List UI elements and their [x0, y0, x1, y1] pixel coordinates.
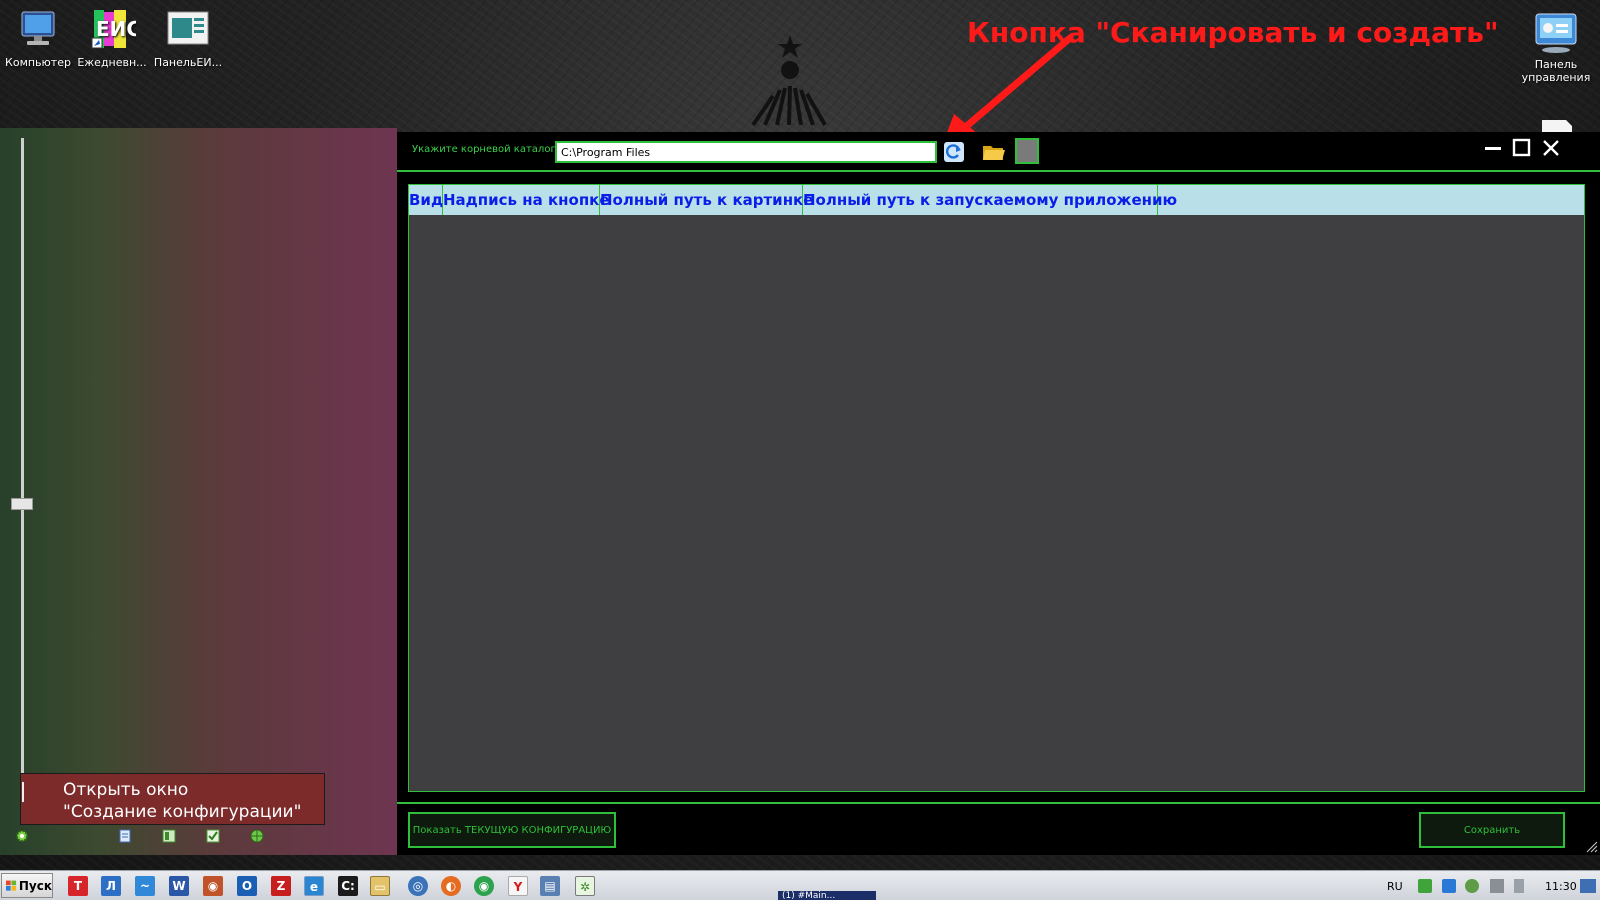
desktop-icon-daily[interactable]: EИC Ежедневн...: [74, 8, 150, 69]
tray-security-icon[interactable]: [1465, 879, 1479, 893]
desktop-icon-control-panel[interactable]: Панель управления: [1518, 10, 1594, 84]
refresh-icon: [944, 142, 964, 162]
computer-icon: [14, 8, 62, 52]
tray-network-icon[interactable]: [1490, 879, 1504, 893]
svg-text:EИC: EИC: [96, 17, 136, 41]
close-button[interactable]: [1540, 137, 1562, 159]
window-header: Укажите корневой каталог: [397, 132, 1600, 172]
tray-volume-icon[interactable]: [1514, 879, 1524, 893]
paper-icon: [1542, 120, 1572, 132]
root-directory-label: Укажите корневой каталог: [412, 144, 556, 155]
window-footer: Показать ТЕКУЩУЮ КОНФИГУРАЦИЮ Сохранить: [397, 802, 1600, 855]
taskbar-app-globe-icon[interactable]: ◎: [408, 876, 428, 896]
save-button[interactable]: Сохранить: [1419, 812, 1565, 848]
scan-and-create-button[interactable]: [944, 142, 964, 162]
root-path-input[interactable]: [555, 141, 937, 163]
control-panel-icon: [1532, 10, 1580, 54]
launcher-mini-icons: [0, 828, 397, 848]
taskbar-launcher-icon[interactable]: ✲: [575, 876, 595, 896]
maximize-button[interactable]: [1511, 137, 1533, 159]
taskbar-task-main[interactable]: (1) #Main...: [778, 891, 876, 900]
show-current-config-button[interactable]: Показать ТЕКУЩУЮ КОНФИГУРАЦИЮ: [408, 812, 616, 848]
taskbar-app-window-icon[interactable]: ▤: [540, 876, 560, 896]
tooltip-marker: [22, 782, 24, 802]
windows-logo-icon: [6, 880, 17, 891]
add-config-icon[interactable]: [162, 828, 176, 843]
show-desktop-icon[interactable]: [1580, 879, 1596, 893]
taskbar-app-t-icon[interactable]: T: [68, 876, 88, 896]
tray-app-icon[interactable]: [1418, 879, 1432, 893]
launcher-slider-track[interactable]: [21, 138, 24, 778]
taskbar-word-icon[interactable]: W: [169, 876, 189, 896]
globe-icon[interactable]: [250, 828, 264, 843]
taskbar-app-paint-icon[interactable]: ~: [135, 876, 155, 896]
minimize-button[interactable]: [1482, 137, 1504, 159]
taskbar: Пуск T Л ~ W ◉ O Z e C: ▭ ◎ ◐ ◉ Y ▤ ✲ (1…: [0, 870, 1600, 900]
close-icon: [1543, 140, 1559, 156]
taskbar-app-orange-icon[interactable]: ◉: [203, 876, 223, 896]
column-header-app-path[interactable]: Полный путь к запускаемому приложению: [803, 185, 1177, 215]
language-indicator[interactable]: RU: [1387, 880, 1403, 893]
desktop-icon-label: Ежедневн...: [77, 56, 147, 69]
grid-header: Вид Надпись на кнопке Полный путь к карт…: [409, 185, 1584, 215]
launcher-panel: Открыть окно "Создание конфигурации": [0, 128, 397, 855]
checklist-icon[interactable]: [206, 828, 220, 843]
taskbar-explorer-icon[interactable]: ▭: [370, 876, 390, 896]
browse-folder-button[interactable]: [982, 142, 1006, 162]
desktop-icon-label: Компьютер: [5, 56, 71, 69]
panel-app-icon: [164, 8, 212, 52]
column-header-type[interactable]: Вид: [409, 185, 443, 215]
annotation-label: Кнопка "Сканировать и создать": [967, 16, 1499, 49]
launcher-slider-thumb[interactable]: [11, 498, 33, 510]
tray-network-app-icon[interactable]: [1442, 879, 1456, 893]
config-window: Укажите корневой каталог Ви: [397, 132, 1600, 855]
stop-button[interactable]: [1015, 138, 1039, 164]
minimize-icon: [1485, 147, 1501, 150]
document-icon[interactable]: [118, 828, 132, 843]
tooltip-line-2: "Создание конфигурации": [63, 802, 302, 822]
taskbar-yandex-icon[interactable]: Y: [508, 876, 528, 896]
start-button[interactable]: Пуск: [1, 873, 53, 898]
open-config-tooltip: Открыть окно "Создание конфигурации": [20, 773, 325, 825]
config-grid[interactable]: Вид Надпись на кнопке Полный путь к карт…: [408, 184, 1585, 792]
clock[interactable]: 11:30: [1545, 880, 1577, 893]
resize-grip-icon[interactable]: [1586, 841, 1598, 853]
taskbar-cmd-icon[interactable]: C:: [338, 876, 358, 896]
column-header-image-path[interactable]: Полный путь к картинке: [600, 185, 813, 215]
wallpaper-emblem: [751, 35, 827, 127]
daily-app-icon: EИC: [88, 8, 141, 52]
taskbar-firefox-icon[interactable]: ◐: [441, 876, 461, 896]
maximize-icon: [1512, 138, 1531, 157]
column-header-button-caption[interactable]: Надпись на кнопке: [443, 185, 610, 215]
taskbar-app-blue-icon[interactable]: Л: [101, 876, 121, 896]
folder-icon: [983, 146, 1005, 160]
desktop-icon-computer[interactable]: Компьютер: [0, 8, 76, 69]
settings-gear-icon[interactable]: [15, 828, 29, 842]
taskbar-ie-icon[interactable]: e: [304, 876, 324, 896]
desktop-icon-panel[interactable]: ПанельЕИ...: [150, 8, 226, 69]
desktop-icon-label: Панель управления: [1521, 58, 1591, 84]
tooltip-line-1: Открыть окно: [63, 780, 189, 800]
taskbar-outlook-icon[interactable]: O: [237, 876, 257, 896]
desktop-icon-label: ПанельЕИ...: [153, 56, 223, 69]
taskbar-chrome-icon[interactable]: ◉: [474, 876, 494, 896]
taskbar-filezilla-icon[interactable]: Z: [271, 876, 291, 896]
start-label: Пуск: [18, 878, 52, 893]
